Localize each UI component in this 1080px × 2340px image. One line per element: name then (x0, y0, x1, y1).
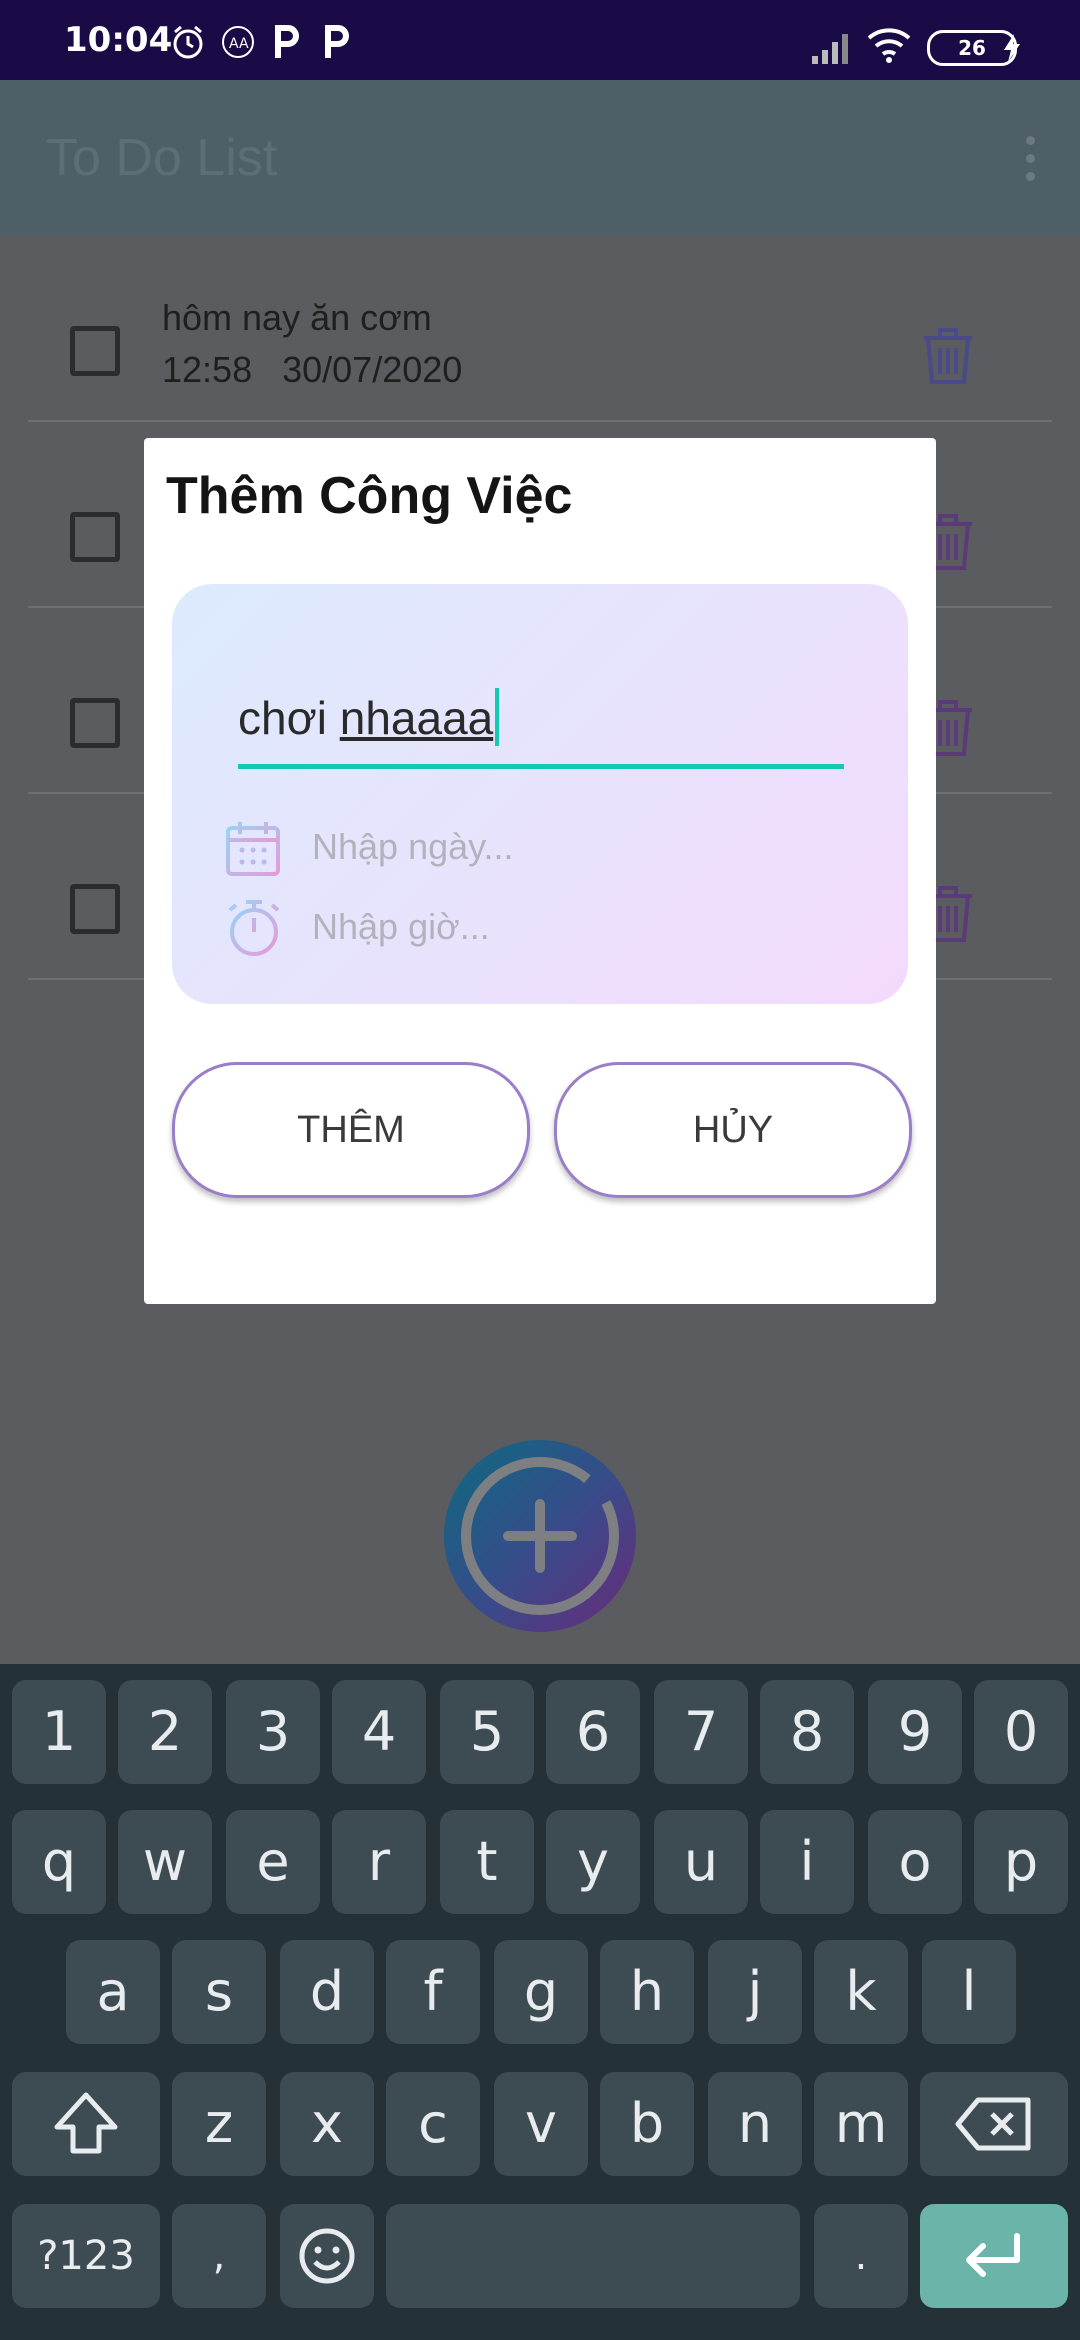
enter-icon (966, 2233, 1020, 2277)
key-h[interactable]: h (600, 1940, 694, 2044)
space-key[interactable] (386, 2204, 800, 2308)
key-n[interactable]: n (708, 2072, 802, 2176)
key-k[interactable]: k (814, 1940, 908, 2044)
key-0[interactable]: 0 (974, 1680, 1068, 1784)
key-a[interactable]: a (66, 1940, 160, 2044)
key-3[interactable]: 3 (226, 1680, 320, 1784)
key-4[interactable]: 4 (332, 1680, 426, 1784)
task-name-underlined-text: nhaaaa (339, 692, 494, 744)
key-z[interactable]: z (172, 2072, 266, 2176)
date-field[interactable]: Nhập ngày... (224, 818, 513, 878)
input-underline (238, 764, 844, 769)
task-title: hôm nay ăn cơm (162, 297, 432, 338)
key-r[interactable]: r (332, 1810, 426, 1914)
calendar-icon (226, 822, 280, 876)
key-6[interactable]: 6 (546, 1680, 640, 1784)
key-g[interactable]: g (494, 1940, 588, 2044)
soft-keyboard: 1 2 3 4 5 6 7 8 9 0 q w e r t y u i o p … (0, 1664, 1080, 2340)
overflow-menu-icon[interactable] (1020, 136, 1040, 184)
key-v[interactable]: v (494, 2072, 588, 2176)
text-cursor (495, 688, 500, 746)
time-field[interactable]: Nhập giờ... (224, 898, 490, 958)
shift-icon (54, 2092, 118, 2154)
key-7[interactable]: 7 (654, 1680, 748, 1784)
key-j[interactable]: j (708, 1940, 802, 2044)
key-s[interactable]: s (172, 1940, 266, 2044)
app-icon: AA (222, 26, 254, 58)
signal-icon (812, 34, 848, 64)
wifi-icon (867, 28, 911, 63)
dialog-title: Thêm Công Việc (166, 467, 573, 525)
key-f[interactable]: f (386, 1940, 480, 2044)
charging-icon (1004, 34, 1020, 62)
app-title: To Do List (46, 129, 278, 187)
backspace-key[interactable] (920, 2072, 1068, 2176)
enter-key[interactable] (920, 2204, 1068, 2308)
key-x[interactable]: x (280, 2072, 374, 2176)
key-w[interactable]: w (118, 1810, 212, 1914)
key-9[interactable]: 9 (868, 1680, 962, 1784)
task-checkbox[interactable] (70, 884, 120, 934)
task-time: 12:58 (162, 349, 253, 390)
task-name-input[interactable]: chơi nhaaaa (238, 688, 500, 746)
key-i[interactable]: i (760, 1810, 854, 1914)
key-1[interactable]: 1 (12, 1680, 106, 1784)
key-l[interactable]: l (922, 1940, 1016, 2044)
emoji-icon (299, 2228, 355, 2284)
key-b[interactable]: b (600, 2072, 694, 2176)
parking-icon (325, 25, 349, 58)
key-8[interactable]: 8 (760, 1680, 854, 1784)
task-checkbox[interactable] (70, 698, 120, 748)
shift-key[interactable] (12, 2072, 160, 2176)
task-date: 30/07/2020 (282, 349, 463, 390)
key-q[interactable]: q (12, 1810, 106, 1914)
add-task-fab[interactable] (444, 1440, 636, 1632)
cancel-button[interactable]: HỦY (554, 1062, 912, 1198)
svg-text:AA: AA (229, 36, 249, 52)
task-row[interactable]: hôm nay ăn cơm 12:58 30/07/2020 (28, 236, 1052, 422)
task-name-text: chơi (238, 692, 340, 744)
stopwatch-icon (228, 900, 280, 956)
task-text: hôm nay ăn cơm 12:58 30/07/2020 (162, 292, 462, 396)
trash-icon[interactable] (918, 324, 978, 388)
app-bar: To Do List (0, 80, 1080, 236)
task-checkbox[interactable] (70, 326, 120, 376)
alarm-icon (173, 25, 203, 59)
key-t[interactable]: t (440, 1810, 534, 1914)
task-checkbox[interactable] (70, 512, 120, 562)
date-placeholder: Nhập ngày... (312, 826, 514, 867)
add-button[interactable]: THÊM (172, 1062, 530, 1198)
key-p[interactable]: p (974, 1810, 1068, 1914)
input-card: chơi nhaaaa Nhập ngày... Nhập giờ... (172, 584, 908, 1004)
key-e[interactable]: e (226, 1810, 320, 1914)
status-bar: 10:04 AA 26 (0, 0, 1080, 80)
comma-key[interactable]: , (172, 2204, 266, 2308)
symbols-key[interactable]: ?123 (12, 2204, 160, 2308)
key-d[interactable]: d (280, 1940, 374, 2044)
key-y[interactable]: y (546, 1810, 640, 1914)
status-time: 10:04 (64, 20, 173, 60)
backspace-icon (955, 2097, 1031, 2151)
period-key[interactable]: . (814, 2204, 908, 2308)
key-o[interactable]: o (868, 1810, 962, 1914)
key-5[interactable]: 5 (440, 1680, 534, 1784)
key-2[interactable]: 2 (118, 1680, 212, 1784)
emoji-key[interactable] (280, 2204, 374, 2308)
time-placeholder: Nhập giờ... (312, 906, 490, 947)
add-task-dialog: Thêm Công Việc chơi nhaaaa Nhập ngày... … (144, 438, 936, 1304)
key-u[interactable]: u (654, 1810, 748, 1914)
parking-icon (275, 25, 299, 58)
key-c[interactable]: c (386, 2072, 480, 2176)
key-m[interactable]: m (814, 2072, 908, 2176)
plus-icon (461, 1457, 619, 1615)
